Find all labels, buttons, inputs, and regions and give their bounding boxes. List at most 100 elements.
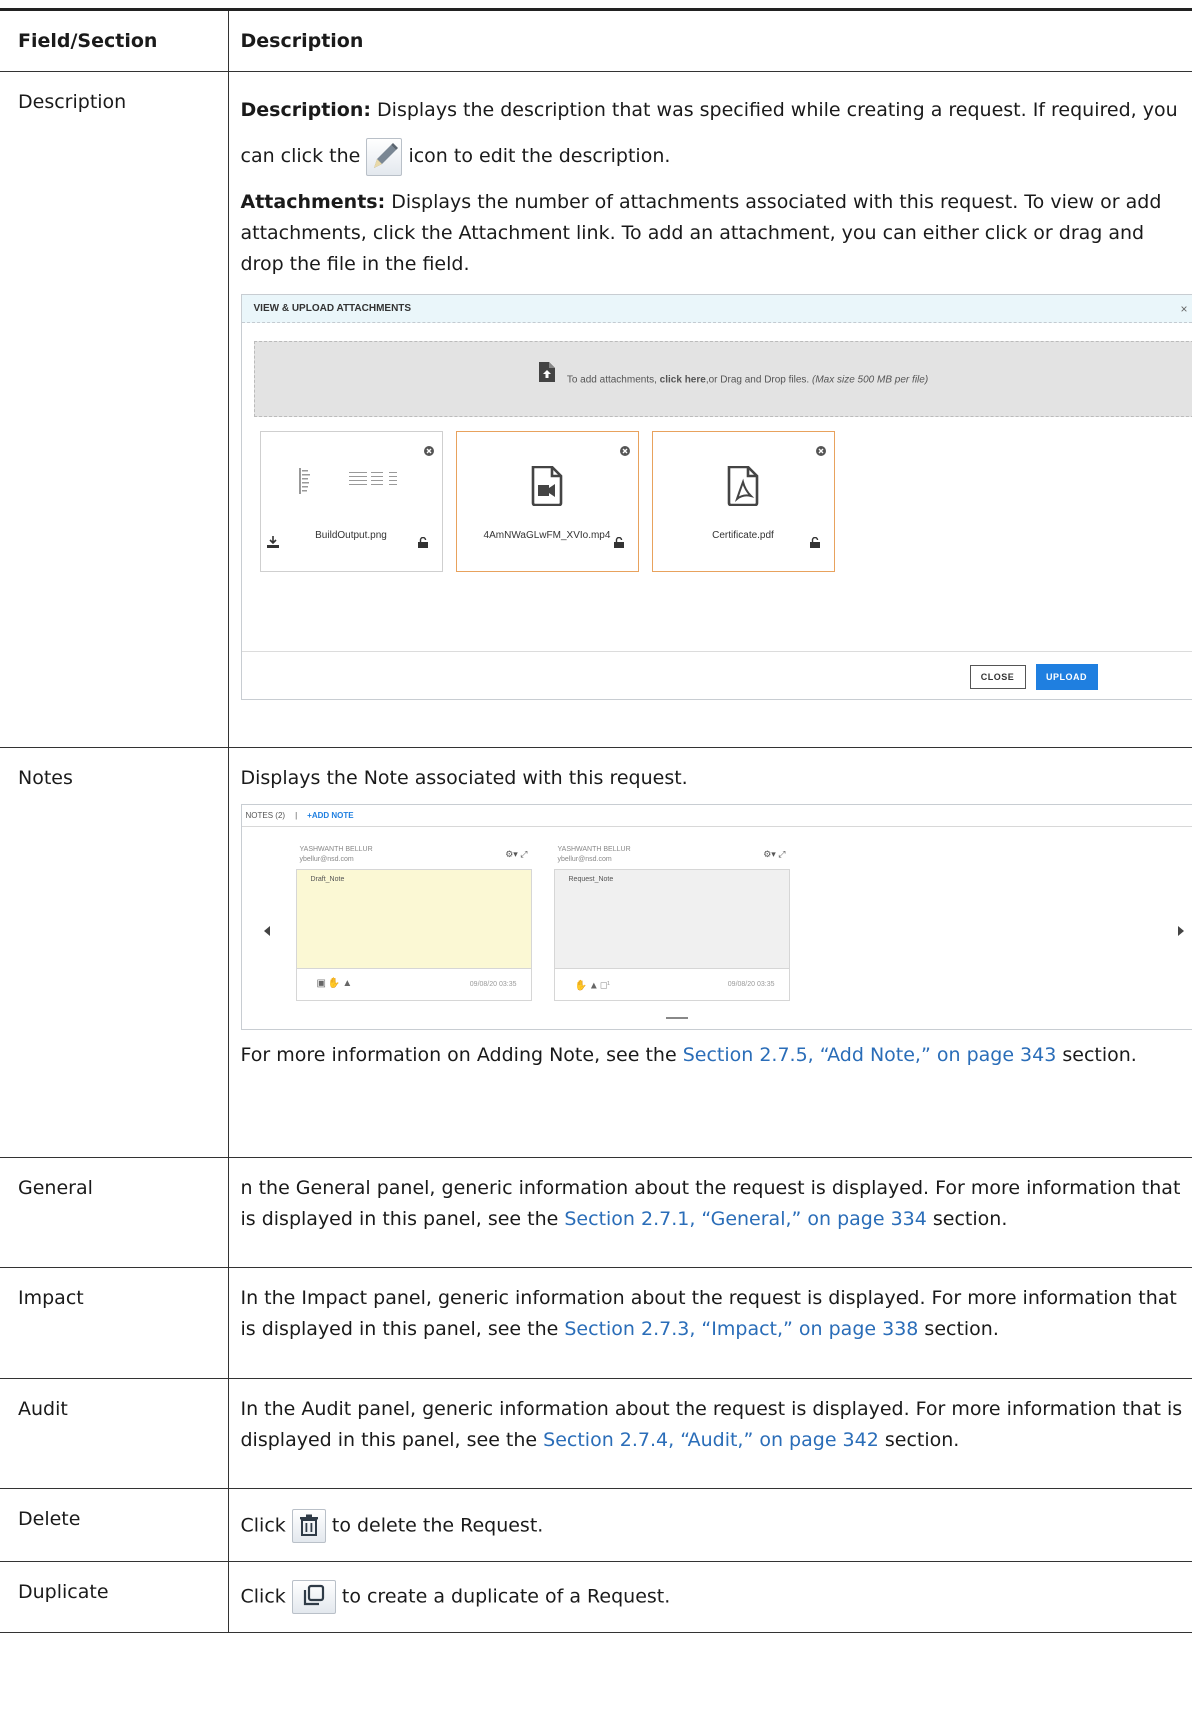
note-tools[interactable]: ⚙▾ ⤢ xyxy=(763,849,785,859)
pencil-icon xyxy=(366,137,403,176)
field-name: Description xyxy=(0,71,229,748)
table-row: Audit In the Audit panel, generic inform… xyxy=(0,1378,1192,1489)
lock-icon[interactable]: ▲ xyxy=(342,978,352,989)
note-card[interactable]: YASHWANTH BELLUR ybellur@nsd.com ⚙▾ ⤢ Dra… xyxy=(295,843,532,1001)
hand-icon[interactable]: ✋ xyxy=(328,978,340,989)
field-description: In the Audit panel, generic information … xyxy=(228,1378,1192,1489)
header-field-section: Field/Section xyxy=(0,8,229,72)
description-text-tail: icon to edit the description. xyxy=(408,145,671,167)
previous-arrow-icon[interactable] xyxy=(263,915,270,946)
attachments-dialog: VIEW & UPLOAD ATTACHMENTS × To add attac… xyxy=(240,294,1192,700)
note-footer: ✋ ▲ □1 09/08/20 03:35 xyxy=(553,969,790,1001)
field-name: Duplicate xyxy=(0,1561,229,1633)
drop-zone[interactable]: To add attachments, click here,or Drag a… xyxy=(253,341,1192,417)
field-name: Notes xyxy=(0,747,229,1158)
header-separator: | xyxy=(295,811,298,820)
save-icon[interactable]: ▣ xyxy=(317,978,326,989)
note-author: YASHWANTH BELLUR xyxy=(557,846,631,853)
duplicate-text: Click xyxy=(240,1585,286,1608)
unlock-icon[interactable] xyxy=(613,530,624,561)
attachments-paragraph: Attachments: Displays the number of atta… xyxy=(241,187,1192,280)
drop-text: To add attachments, xyxy=(566,374,660,386)
note-timestamp: 09/08/20 03:35 xyxy=(727,981,775,988)
field-name: Delete xyxy=(0,1488,229,1562)
video-file-icon xyxy=(457,465,638,519)
file-name: Certificate.pdf xyxy=(712,530,774,541)
unlock-icon[interactable] xyxy=(809,530,820,561)
note-body: Request_Note xyxy=(553,869,790,969)
close-button[interactable]: CLOSE xyxy=(969,665,1026,689)
resize-handle[interactable] xyxy=(665,1017,688,1019)
table-row: Impact In the Impact panel, generic info… xyxy=(0,1267,1192,1379)
attachment-card[interactable]: Certificate.pdf xyxy=(651,431,835,572)
field-description: n the General panel, generic information… xyxy=(228,1157,1192,1268)
delete-text: Click xyxy=(240,1514,286,1537)
field-name: Impact xyxy=(0,1267,229,1379)
drop-text-after: ,or Drag and Drop files. xyxy=(705,374,812,386)
field-description: Click to delete the Request. xyxy=(228,1488,1192,1562)
table-row: Delete Click to delete the Request. xyxy=(0,1488,1192,1562)
remove-icon[interactable] xyxy=(815,438,826,469)
lock-icon[interactable]: ▲ xyxy=(589,980,599,991)
table-row: Duplicate Click to create a duplicate of… xyxy=(0,1561,1192,1633)
unlock-icon[interactable] xyxy=(417,530,428,561)
header-description: Description xyxy=(228,8,1192,72)
note-card[interactable]: YASHWANTH BELLUR ybellur@nsd.com ⚙▾ ⤢ Req… xyxy=(553,843,790,1001)
attachments-term: Attachments: xyxy=(240,191,386,213)
delete-text-tail: to delete the Request. xyxy=(331,1514,544,1537)
more-info-tail: section. xyxy=(1056,1044,1137,1066)
max-size-note: (Max size 500 MB per file) xyxy=(812,374,929,386)
table-row: General n the General panel, generic inf… xyxy=(0,1157,1192,1268)
field-description: Click to create a duplicate of a Request… xyxy=(228,1561,1192,1633)
field-description: Displays the Note associated with this r… xyxy=(228,747,1192,1158)
hand-icon[interactable]: ✋ xyxy=(575,980,587,991)
field-name: General xyxy=(0,1157,229,1268)
more-info-text: For more information on Adding Note, see… xyxy=(240,1044,683,1066)
remove-icon[interactable] xyxy=(619,438,630,469)
add-note-link[interactable]: +ADD NOTE xyxy=(307,811,353,820)
field-name: Audit xyxy=(0,1378,229,1489)
file-name: BuildOutput.png xyxy=(315,530,387,541)
image-thumbnail xyxy=(261,466,442,509)
note-body: Draft_Note xyxy=(295,869,532,969)
duplicate-text-tail: to create a duplicate of a Request. xyxy=(341,1585,671,1608)
audit-tail: section. xyxy=(878,1429,960,1451)
general-tail: section. xyxy=(926,1208,1008,1230)
notes-more-info: For more information on Adding Note, see… xyxy=(241,1040,1192,1071)
notes-count: NOTES (2) xyxy=(245,811,286,820)
click-here-link[interactable]: click here xyxy=(660,375,706,386)
note-tools[interactable]: ⚙▾ ⤢ xyxy=(505,849,527,859)
comment-count: 1 xyxy=(606,981,611,987)
next-arrow-icon[interactable] xyxy=(1177,915,1184,946)
upload-button[interactable]: UPLOAD xyxy=(1035,664,1098,690)
download-icon[interactable] xyxy=(266,530,279,561)
field-description: Description: Displays the description th… xyxy=(228,71,1192,748)
impact-tail: section. xyxy=(918,1318,999,1340)
trash-icon xyxy=(291,1509,326,1543)
attachment-card[interactable]: 4AmNWaGLwFM_XVIo.mp4 xyxy=(455,431,639,572)
general-section-link[interactable]: Section 2.7.1, “General,” on page 334 xyxy=(564,1208,926,1230)
notes-intro: Displays the Note associated with this r… xyxy=(240,767,688,789)
dialog-header: VIEW & UPLOAD ATTACHMENTS × xyxy=(241,295,1192,323)
close-icon[interactable]: × xyxy=(1180,295,1187,323)
note-email: ybellur@nsd.com xyxy=(299,856,354,863)
table-row: Description Description: Displays the de… xyxy=(0,71,1192,748)
file-name: 4AmNWaGLwFM_XVIo.mp4 xyxy=(483,530,611,541)
notes-header: NOTES (2) | +ADD NOTE xyxy=(241,805,1192,827)
attachment-card[interactable]: BuildOutput.png xyxy=(259,431,443,572)
add-note-section-link[interactable]: Section 2.7.5, “Add Note,” on page 343 xyxy=(683,1044,1057,1066)
note-footer: ▣ ✋ ▲ 09/08/20 03:35 xyxy=(295,969,532,1001)
notes-panel: NOTES (2) | +ADD NOTE YASHWANTH BELLUR ybel… xyxy=(240,804,1192,1030)
impact-section-link[interactable]: Section 2.7.3, “Impact,” on page 338 xyxy=(564,1318,918,1340)
dialog-footer: CLOSE UPLOAD xyxy=(241,651,1192,699)
note-timestamp: 09/08/20 03:35 xyxy=(469,981,517,988)
field-description-table: Field/Section Description Description De… xyxy=(0,8,1192,1633)
note-author: YASHWANTH BELLUR xyxy=(299,846,373,853)
remove-icon[interactable] xyxy=(423,438,434,469)
description-paragraph: Description: Displays the description th… xyxy=(241,87,1192,179)
note-email: ybellur@nsd.com xyxy=(557,856,612,863)
dialog-title: VIEW & UPLOAD ATTACHMENTS xyxy=(253,303,412,314)
note-author-block: YASHWANTH BELLUR ybellur@nsd.com xyxy=(558,845,631,865)
audit-section-link[interactable]: Section 2.7.4, “Audit,” on page 342 xyxy=(543,1429,879,1451)
duplicate-icon xyxy=(291,1580,336,1614)
